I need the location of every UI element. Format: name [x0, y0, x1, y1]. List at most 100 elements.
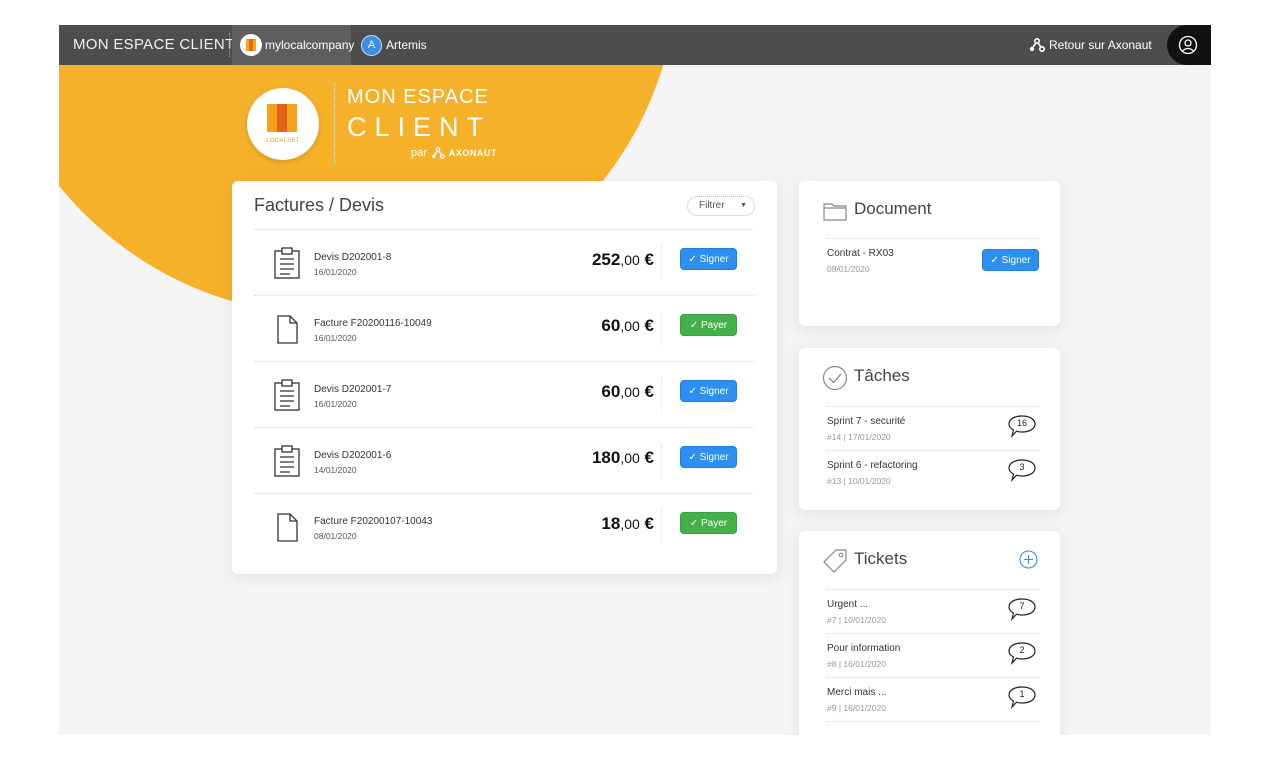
sign-button[interactable]: ✓ Signer	[982, 249, 1039, 271]
invoice-amount: 180,00 €	[591, 448, 654, 467]
invoice-date: 14/01/2020	[314, 465, 357, 475]
user-avatar[interactable]: A	[361, 35, 382, 56]
filter-dropdown[interactable]: Filtrer ▼	[687, 196, 755, 216]
topbar-divider	[229, 33, 230, 57]
brand-logo-text: LOCALSET	[266, 138, 300, 144]
tasks-title: Tâches	[854, 366, 910, 385]
ticket-label: Merci mais ...	[827, 687, 887, 698]
company-tab[interactable]: mylocalcompany	[232, 25, 355, 65]
invoice-amount: 60,00 €	[601, 382, 654, 401]
invoice-label: Facture F20200116-10049	[314, 318, 432, 329]
brand-axonaut-text: AXONAUT	[448, 148, 497, 158]
row-divider	[661, 378, 662, 412]
brand-divider	[334, 83, 335, 165]
ticket-row-partial[interactable]	[826, 721, 1039, 735]
invoice-amount: 18,00 €	[601, 514, 654, 533]
task-count: 3	[1019, 462, 1025, 472]
tag-icon	[823, 549, 847, 573]
ticket-label: Urgent ...	[827, 599, 869, 610]
brand-byline: par AXONAUT	[411, 147, 497, 159]
row-divider	[661, 510, 662, 544]
tasks-card: Tâches Sprint 7 - securité #14 | 17/01/2…	[799, 348, 1060, 510]
task-label: Sprint 6 - refactoring	[827, 460, 918, 471]
invoice-date: 16/01/2020	[314, 267, 357, 277]
document-date: 08/01/2020	[827, 264, 870, 274]
invoice-date: 16/01/2020	[314, 399, 357, 409]
invoice-date: 08/01/2020	[314, 531, 357, 541]
task-count: 16	[1016, 418, 1027, 428]
company-logo-icon	[240, 34, 262, 56]
document-icon	[277, 513, 298, 542]
ticket-count: 7	[1019, 601, 1025, 611]
invoice-amount: 252,00 €	[591, 250, 654, 269]
app-title: MON ESPACE CLIENT	[73, 36, 235, 53]
brand-title-line1: MON ESPACE	[347, 86, 489, 108]
task-meta: #13 | 10/01/2020	[827, 476, 891, 486]
invoice-row[interactable]: Facture F20200107-10043 08/01/2020 18,00…	[254, 493, 756, 559]
task-label: Sprint 7 - securité	[827, 416, 906, 427]
brand-title-line2: CLIENT	[347, 112, 492, 142]
document-label: Contrat - RX03	[827, 248, 894, 259]
invoice-label: Devis D202001-7	[314, 384, 392, 395]
task-meta: #14 | 17/01/2020	[827, 432, 891, 442]
user-icon	[1178, 35, 1198, 55]
row-divider	[661, 312, 662, 346]
brand-logo: LOCALSET	[247, 88, 319, 160]
invoice-label: Devis D202001-6	[314, 450, 392, 461]
clipboard-icon	[274, 247, 300, 279]
invoice-date: 16/01/2020	[314, 333, 357, 343]
speech-bubble-icon: 7	[1007, 597, 1037, 622]
invoices-title: Factures / Devis	[254, 195, 385, 215]
back-to-axonaut-link[interactable]: Retour sur Axonaut	[1029, 36, 1152, 54]
filter-label: Filtrer	[699, 200, 725, 211]
sign-button[interactable]: ✓ Signer	[680, 248, 737, 270]
speech-bubble-icon: 3	[1007, 458, 1037, 483]
invoice-row[interactable]: Devis D202001-7 16/01/2020 60,00 € ✓ Sig…	[254, 361, 756, 427]
invoice-row[interactable]: Facture F20200116-10049 16/01/2020 60,00…	[254, 295, 756, 361]
user-name[interactable]: Artemis	[386, 38, 427, 52]
speech-bubble-icon: 16	[1007, 414, 1037, 439]
ticket-meta: #7 | 10/01/2020	[827, 615, 886, 625]
task-row[interactable]: Sprint 7 - securité #14 | 17/01/2020 16	[826, 406, 1039, 450]
top-bar: MON ESPACE CLIENT mylocalcompany A Artem…	[59, 25, 1211, 65]
ticket-row[interactable]: Pour information #8 | 16/01/2020 2	[826, 633, 1039, 677]
document-icon	[277, 315, 298, 344]
sign-button[interactable]: ✓ Signer	[680, 380, 737, 402]
tickets-title: Tickets	[854, 549, 908, 568]
axonaut-logo-icon	[431, 147, 445, 159]
ticket-meta: #9 | 16/01/2020	[827, 703, 886, 713]
check-circle-icon	[822, 365, 848, 391]
clipboard-icon	[274, 445, 300, 477]
ticket-label: Pour information	[827, 643, 901, 654]
profile-menu-button[interactable]	[1167, 25, 1211, 65]
company-name: mylocalcompany	[265, 38, 355, 52]
back-link-label: Retour sur Axonaut	[1049, 38, 1152, 52]
caret-down-icon: ▼	[740, 202, 747, 209]
ticket-count: 2	[1019, 645, 1025, 655]
speech-bubble-icon: 2	[1007, 641, 1037, 666]
invoices-quotes-card: Factures / Devis Filtrer ▼ Devis D202001…	[232, 181, 777, 574]
ticket-count: 1	[1019, 689, 1025, 699]
task-row[interactable]: Sprint 6 - refactoring #13 | 10/01/2020 …	[826, 450, 1039, 494]
document-title: Document	[854, 199, 932, 218]
invoice-amount: 60,00 €	[601, 316, 654, 335]
app-frame: MON ESPACE CLIENT mylocalcompany A Artem…	[59, 25, 1211, 735]
invoice-label: Devis D202001-8	[314, 252, 392, 263]
speech-bubble-icon: 1	[1007, 685, 1037, 710]
pay-button[interactable]: ✓ Payer	[680, 512, 737, 534]
brand-par-text: par	[411, 147, 427, 159]
clipboard-icon	[274, 379, 300, 411]
row-divider	[661, 246, 662, 280]
pay-button[interactable]: ✓ Payer	[680, 314, 737, 336]
ticket-row[interactable]: Urgent ... #7 | 10/01/2020 7	[826, 589, 1039, 633]
invoice-row[interactable]: Devis D202001-8 16/01/2020 252,00 € ✓ Si…	[254, 229, 756, 295]
add-ticket-icon[interactable]	[1019, 550, 1038, 569]
folder-icon	[823, 203, 847, 221]
ticket-meta: #8 | 16/01/2020	[827, 659, 886, 669]
sign-button[interactable]: ✓ Signer	[680, 446, 737, 468]
tickets-card: Tickets Urgent ... #7 | 10/01/2020 7 Pou…	[799, 531, 1060, 735]
ticket-row[interactable]: Merci mais ... #9 | 16/01/2020 1	[826, 677, 1039, 721]
invoice-row[interactable]: Devis D202001-6 14/01/2020 180,00 € ✓ Si…	[254, 427, 756, 493]
row-divider	[661, 444, 662, 478]
axonaut-logo-icon	[1029, 37, 1045, 52]
